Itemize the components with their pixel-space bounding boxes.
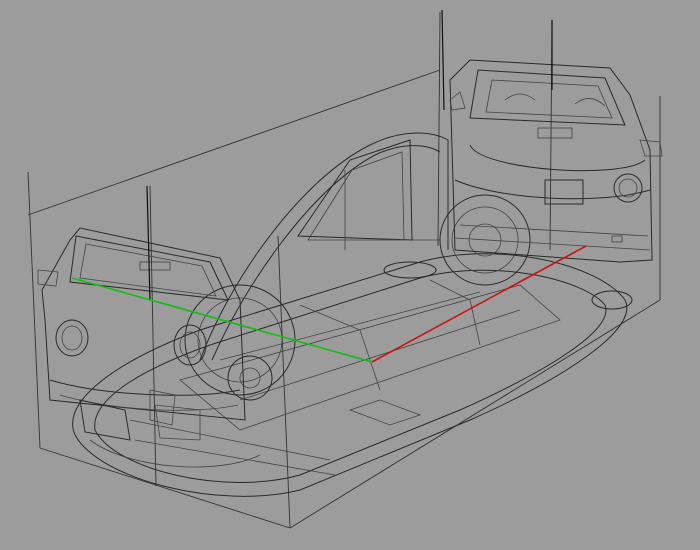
- reference-pins: [146, 9, 553, 301]
- guide-lines: [27, 11, 661, 529]
- top-view: [72, 253, 633, 497]
- rear-view: [449, 59, 663, 263]
- viewport-canvas[interactable]: [0, 0, 700, 550]
- x-axis-line: [371, 245, 587, 363]
- 3d-viewport[interactable]: [0, 0, 700, 550]
- side-view: [184, 132, 531, 401]
